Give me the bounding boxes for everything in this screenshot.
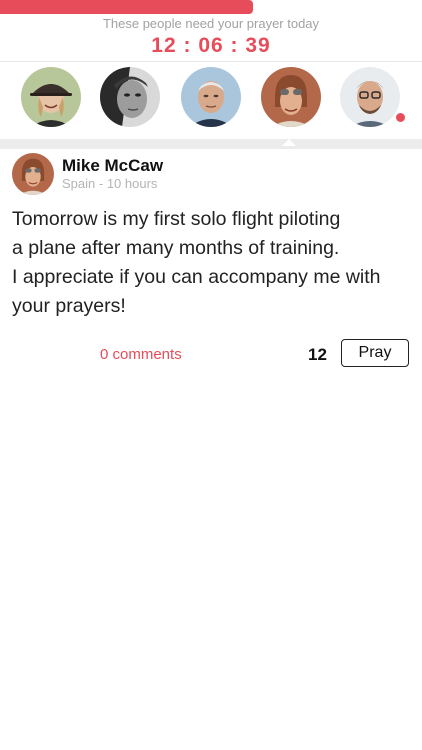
- post-text-line: Tomorrow is my first solo flight pilotin…: [12, 208, 341, 230]
- post-text-line: a plane after many months of training.: [12, 237, 340, 259]
- woman-bowler-hat-avatar[interactable]: [21, 67, 81, 127]
- selected-pointer-icon: [282, 139, 296, 146]
- comments-link[interactable]: 0 comments: [100, 346, 182, 363]
- post-location: Spain: [62, 176, 96, 191]
- pray-count: 12: [308, 345, 327, 364]
- man-glasses-beard-avatar[interactable]: [340, 67, 400, 127]
- author-name[interactable]: Mike McCaw: [62, 156, 163, 176]
- elderly-man-avatar[interactable]: [181, 67, 241, 127]
- post-body: Tomorrow is my first solo flight pilotin…: [12, 205, 412, 321]
- countdown-timer: 12 : 06 : 39: [151, 34, 271, 57]
- man-aviator-cap-avatar[interactable]: [261, 67, 321, 127]
- meta-separator: -: [95, 176, 107, 191]
- author-avatar[interactable]: [12, 153, 54, 195]
- daily-progress-bar: [0, 0, 422, 14]
- prayer-subtitle: These people need your prayer today: [102, 16, 320, 31]
- section-separator: [0, 139, 422, 149]
- notification-dot: [395, 112, 406, 123]
- post-time: 10 hours: [106, 176, 158, 191]
- pray-button[interactable]: Pray: [341, 339, 409, 367]
- post-text-line: I appreciate if you can accompany me wit…: [12, 266, 381, 288]
- man-bw-portrait-avatar[interactable]: [100, 67, 160, 127]
- post-meta: Spain - 10 hours: [62, 176, 157, 191]
- post-text-line: your prayers!: [12, 295, 126, 317]
- daily-progress-fill: [0, 0, 254, 14]
- people-strip: [0, 62, 422, 138]
